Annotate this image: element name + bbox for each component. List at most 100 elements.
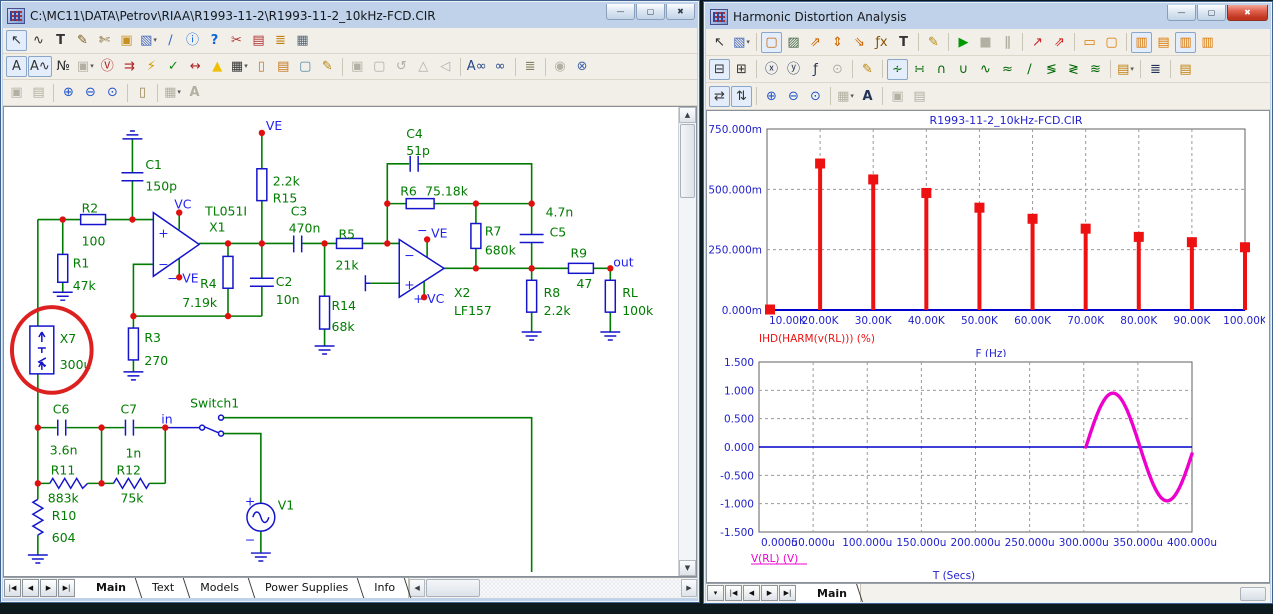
show-pin-connections-icon[interactable]: ↔ [185,56,206,77]
zoom-out-icon[interactable]: ⊖ [80,82,101,103]
region-select-icon[interactable]: ▢ [295,56,316,77]
negative-slope-icon[interactable]: ⇗ [1049,32,1070,53]
tab-power-supplies[interactable]: Power Supplies [252,578,361,598]
show-conditions-icon[interactable]: ✓ [163,56,184,77]
component-mode-icon[interactable]: ▧▾ [138,30,159,51]
panel-layout-dropdown-icon[interactable]: ▾ [850,93,854,100]
tab-nav-[interactable]: ▶ [40,579,57,597]
component-mode-dropdown-icon[interactable]: ▾ [153,37,157,44]
clipboard-waveform-dropdown-icon[interactable]: ▾ [1130,66,1134,73]
close-button[interactable]: ✖ [1227,5,1268,21]
show-grid-text-icon[interactable]: A∿ [28,56,52,77]
x-axis-panel-icon[interactable]: ⊟ [709,59,730,80]
scroll-up-button[interactable]: ▲ [679,107,696,123]
analysis-titlebar[interactable]: Harmonic Distortion Analysis — ▢ ✖ [706,4,1270,29]
notes-icon[interactable]: ≣ [520,56,541,77]
wire-mode-icon[interactable]: ∿ [28,30,49,51]
find-text-icon[interactable]: A∞ [465,56,489,77]
tab-text[interactable]: Text [139,578,187,598]
tab-nav-[interactable]: ▶| [779,585,796,601]
info-mode-icon[interactable]: ⓘ [182,30,203,51]
show-currents-icon[interactable]: ⇉ [119,56,140,77]
bill-of-materials-icon[interactable]: ≣ [270,30,291,51]
vertical-scrollbar[interactable]: ▲ ▼ [678,107,696,576]
tab-nav-[interactable]: ▶| [58,579,75,597]
zoom-100-icon[interactable]: ⊙ [102,82,123,103]
hscrollbar-thumb[interactable] [1240,587,1266,601]
plot-layout-1-icon[interactable]: ▥ [1131,32,1152,53]
point-to-end-paths-icon[interactable]: ✂ [226,30,247,51]
tab-models[interactable]: Models [187,578,252,598]
vertical-scrollbar-thumb[interactable] [680,124,695,198]
tab-main[interactable]: Main [83,578,139,598]
grid-display-icon[interactable]: ▦▾ [229,56,250,77]
minimize-button[interactable]: — [606,4,635,20]
plot-layout-2-icon[interactable]: ▤ [1153,32,1174,53]
horizontal-axis-cursor-icon[interactable]: ⇄ [709,86,730,107]
go-to-inflection-icon[interactable]: ∕ [1019,59,1040,80]
go-to-high-icon[interactable]: ∿ [975,59,996,80]
go-to-global-high-icon[interactable]: ≶ [1041,59,1062,80]
cursor-horizontal-icon[interactable]: ∻ [887,59,908,80]
zoom-point-icon[interactable]: ⇘ [849,32,870,53]
tab-nav-[interactable]: ◀ [743,585,760,601]
y-scale-settings-icon[interactable]: ⓨ [783,59,804,80]
run-icon[interactable]: ▶ [953,32,974,53]
scroll-right-button[interactable]: ▶ [681,579,697,597]
text-mode-icon[interactable]: T [50,30,71,51]
plot-layout-4-icon[interactable]: ▥ [1197,32,1218,53]
xy-axis-panel-icon[interactable]: ⊞ [731,59,752,80]
select-tool-icon[interactable]: ↖ [709,32,730,53]
harmonic-distortion-chart[interactable]: R1993-11-2_10kHz-FCD.CIR750.000m500.000m… [709,113,1265,357]
maximize-button[interactable]: ▢ [636,4,665,20]
attributes-dialog-icon[interactable]: ✎ [317,56,338,77]
tracker-box-icon[interactable]: ▢ [1101,32,1122,53]
zoom-in-icon[interactable]: ⊕ [58,82,79,103]
probe-tool-icon[interactable]: ∕ [160,30,181,51]
show-node-numbers-icon[interactable]: № [53,56,74,77]
show-power-icon[interactable]: ⚡ [141,56,162,77]
component-mode-icon[interactable]: ▧▾ [731,32,752,53]
waveform-list-icon[interactable]: ≣ [1145,59,1166,80]
find-icon[interactable]: ∞ [490,56,511,77]
scroll-down-button[interactable]: ▼ [679,560,696,576]
zoom-out-icon[interactable]: ⊖ [783,86,804,107]
zoom-in-icon[interactable]: ⊕ [761,86,782,107]
fx-scale-icon[interactable]: ƒx [871,32,892,53]
cursor-mode-icon[interactable]: ▨ [783,32,804,53]
horizontal-scrollbar-thumb[interactable] [426,579,480,597]
show-attribute-text-icon[interactable]: A [6,56,27,77]
maximize-button[interactable]: ▢ [1197,5,1226,21]
scale-mode-icon[interactable]: ▢ [761,32,782,53]
horizontal-scrollbar[interactable]: ◀ ▶ [409,579,697,597]
plot-layout-3-icon[interactable]: ▥ [1175,32,1196,53]
go-to-global-low-icon[interactable]: ≷ [1063,59,1084,80]
zoom-vertical-icon[interactable]: ⇕ [827,32,848,53]
show-node-voltages-icon[interactable]: Ⓥ [97,56,118,77]
page-copy-icon[interactable]: ▯ [132,82,153,103]
tab-main[interactable]: Main [804,584,860,602]
schematic-titlebar[interactable]: C:\MC11\DATA\Petrov\RIAA\R1993-11-2\R199… [3,3,697,28]
schematic-canvas[interactable]: VEC1150pR2100R147kVCTL051IX1+−−VE2.2kR15… [4,107,678,577]
minimize-button[interactable]: — [1167,5,1196,21]
fx-settings-icon[interactable]: ƒ [805,59,826,80]
model-editor-icon[interactable]: ▦ [292,30,313,51]
tab-nav-[interactable]: ▾ [707,585,724,601]
tab-nav-[interactable]: ▶ [761,585,778,601]
transient-waveform-chart[interactable]: 1.5001.0000.5000.000-0.500-1.000-1.5000.… [709,357,1265,583]
go-to-low-icon[interactable]: ≈ [997,59,1018,80]
border-display-icon[interactable]: ▯ [251,56,272,77]
align-cursors-icon[interactable]: ≋ [1085,59,1106,80]
text-mode-icon[interactable]: T [893,32,914,53]
tab-nav-[interactable]: |◀ [4,579,21,597]
edit-analysis-icon[interactable]: ✎ [857,59,878,80]
tab-info[interactable]: Info [361,578,408,598]
component-mode-dropdown-icon[interactable]: ▾ [746,39,750,46]
properties-icon[interactable]: ✎ [923,32,944,53]
title-block-icon[interactable]: ▤ [273,56,294,77]
numeric-output-icon[interactable]: ▤ [1175,59,1196,80]
select-tool-icon[interactable]: ↖ [6,30,27,51]
info-close-icon[interactable]: ⊗ [572,56,593,77]
tab-nav-[interactable]: |◀ [725,585,742,601]
x-scale-settings-icon[interactable]: ⓧ [761,59,782,80]
